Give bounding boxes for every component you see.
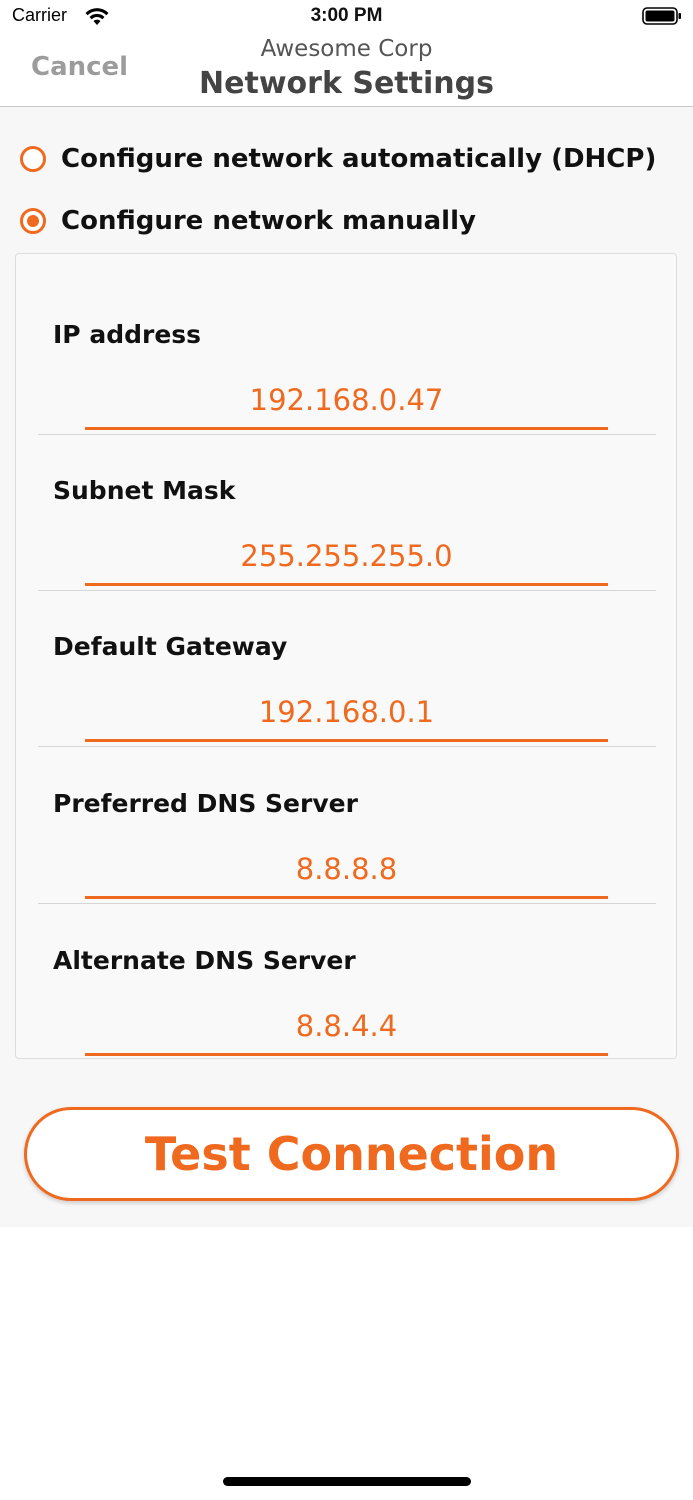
preferred-dns-input[interactable]: [85, 841, 608, 899]
preferred-dns-field-group: Preferred DNS Server: [38, 747, 656, 904]
alternate-dns-label: Alternate DNS Server: [53, 946, 356, 975]
manual-radio-option[interactable]: Configure network manually: [20, 201, 476, 241]
manual-config-panel: IP address Subnet Mask Default Gateway P…: [15, 253, 677, 1059]
dhcp-option-label: Configure network automatically (DHCP): [61, 144, 657, 174]
ip-address-field-group: IP address: [38, 278, 656, 435]
default-gateway-input[interactable]: [85, 684, 608, 742]
company-name: Awesome Corp: [260, 36, 433, 62]
default-gateway-label: Default Gateway: [53, 632, 288, 661]
ip-address-label: IP address: [53, 320, 202, 349]
test-connection-label: Test Connection: [144, 1127, 559, 1181]
alternate-dns-input[interactable]: [85, 998, 608, 1056]
preferred-dns-label: Preferred DNS Server: [53, 789, 358, 818]
subnet-mask-label: Subnet Mask: [53, 476, 236, 505]
default-gateway-field-group: Default Gateway: [38, 590, 656, 747]
status-bar: Carrier 3:00 PM: [0, 0, 693, 34]
network-settings-form: Configure network automatically (DHCP) C…: [0, 107, 693, 1227]
subnet-mask-input[interactable]: [85, 528, 608, 586]
nav-header: Cancel Awesome Corp Network Settings: [0, 34, 693, 107]
test-connection-button[interactable]: Test Connection: [24, 1107, 679, 1201]
battery-icon: [642, 7, 681, 25]
page-title: Network Settings: [199, 66, 494, 101]
home-indicator[interactable]: [223, 1477, 471, 1486]
dhcp-radio-option[interactable]: Configure network automatically (DHCP): [20, 139, 656, 179]
alternate-dns-field-group: Alternate DNS Server: [38, 904, 656, 1060]
ip-address-input[interactable]: [85, 372, 608, 430]
clock: 3:00 PM: [310, 5, 383, 26]
manual-option-label: Configure network manually: [61, 206, 476, 236]
radio-unselected-icon[interactable]: [20, 146, 46, 172]
subnet-mask-field-group: Subnet Mask: [38, 434, 656, 591]
radio-selected-icon[interactable]: [20, 208, 46, 234]
